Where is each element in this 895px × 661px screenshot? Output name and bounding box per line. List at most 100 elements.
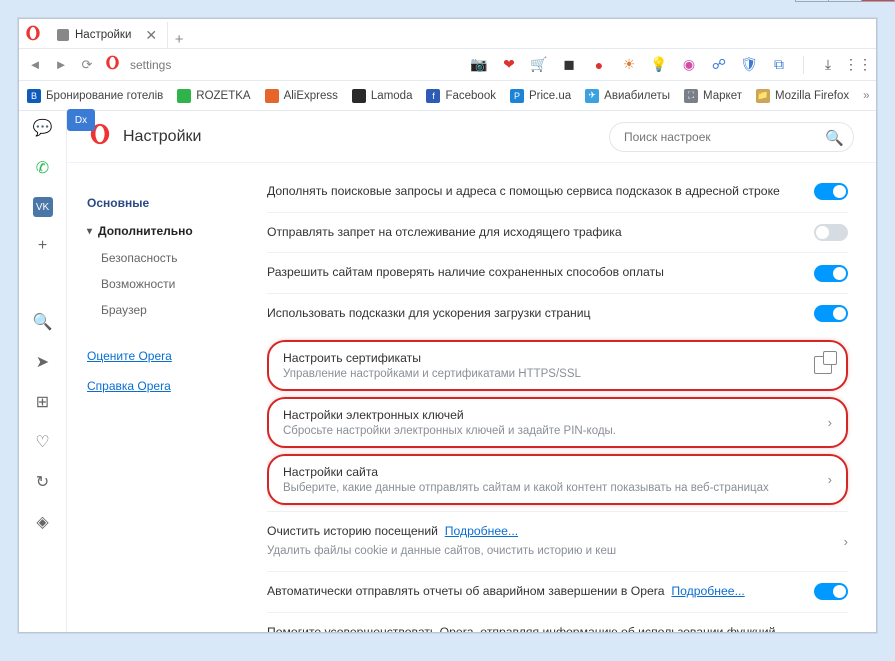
bookmark-aliexpress[interactable]: AliExpress (265, 89, 338, 103)
page-title: Настройки (123, 128, 201, 146)
bookmark-lamoda[interactable]: Lamoda (352, 89, 413, 103)
translate-badge[interactable]: Dx (67, 111, 95, 131)
setting-do-not-track: Отправлять запрет на отслеживание для ис… (267, 212, 848, 253)
anime-icon[interactable]: ◉ (679, 55, 699, 75)
setting-usage-stats: Помогите усовершенствовать Opera, отправ… (267, 612, 848, 632)
sidenav-rate-opera[interactable]: Оцените Opera (79, 343, 263, 369)
add-messenger-button[interactable]: + (32, 235, 54, 257)
reload-button[interactable]: ⟳ (79, 57, 95, 73)
gear-icon (57, 29, 69, 41)
sidenav-basic[interactable]: Основные (79, 189, 263, 217)
opera-logo-icon (25, 25, 41, 41)
pinterest-icon[interactable]: ● (589, 55, 609, 75)
favicon-icon: P (510, 89, 524, 103)
favicon-icon (177, 89, 191, 103)
bookmarks-overflow[interactable]: » (863, 90, 869, 102)
settings-body: Основные Дополнительно Безопасность Возм… (67, 163, 876, 632)
link-more[interactable]: Подробнее... (671, 584, 744, 598)
bookmark-mozilla[interactable]: 📁Mozilla Firefox (756, 89, 849, 103)
bookmark-priceua[interactable]: PPrice.ua (510, 89, 571, 103)
toggle-on[interactable] (814, 583, 848, 600)
external-link-icon (814, 356, 832, 374)
sun-icon[interactable]: ☀ (619, 55, 639, 75)
whatsapp-icon[interactable]: ✆ (32, 157, 54, 179)
chevron-right-icon: › (828, 415, 832, 430)
address-bar: ◄ ► ⟳ settings 📷 ❤ 🛒 ◼ ● ☀ 💡 ◉ ☍ 🛡 ⧉ ⤓ ⋮… (19, 49, 876, 81)
chevron-right-icon: › (828, 472, 832, 487)
sidebar-rail: 💬 ✆ VK + 🔍 ➤ ⊞ ♡ ↻ ◈ (19, 111, 67, 632)
setting-crash-reports: Автоматически отправлять отчеты об авари… (267, 571, 848, 612)
opera-menu-button[interactable] (19, 18, 47, 48)
bulb-icon[interactable]: 💡 (649, 55, 669, 75)
bookmark-booking[interactable]: BБронирование готелів (27, 89, 163, 103)
tab-strip: Настройки ✕ + (19, 19, 876, 49)
close-window-button[interactable]: ✕ (861, 0, 895, 2)
chevron-right-icon: › (844, 534, 848, 549)
address-text[interactable]: settings (130, 58, 171, 72)
separator (803, 56, 804, 74)
back-button[interactable]: ◄ (27, 57, 43, 73)
link-more[interactable]: Подробнее... (445, 524, 518, 538)
setting-preload-pages: Использовать подсказки для ускорения заг… (267, 293, 848, 334)
folder-icon: 📁 (756, 89, 770, 103)
minimize-button[interactable]: — (795, 0, 829, 2)
sidenav-features[interactable]: Возможности (79, 271, 263, 297)
favicon-icon: ⛶ (684, 89, 698, 103)
bookmark-rozetka[interactable]: ROZETKA (177, 89, 250, 103)
toggle-off[interactable] (814, 224, 848, 241)
setting-security-keys[interactable]: Настройки электронных ключей Сбросьте на… (267, 397, 848, 448)
settings-list: Дополнять поисковые запросы и адреса с п… (267, 163, 876, 632)
sidenav-advanced[interactable]: Дополнительно (79, 217, 263, 245)
search-input[interactable] (609, 122, 854, 152)
bookmark-facebook[interactable]: fFacebook (426, 89, 496, 103)
history-icon[interactable]: ↻ (32, 471, 54, 493)
camera-icon[interactable]: 📷 (469, 55, 489, 75)
sidenav-help-opera[interactable]: Справка Opera (79, 373, 263, 399)
easy-setup-icon[interactable]: ⋮⋮ (848, 55, 868, 75)
setting-certificates[interactable]: Настроить сертификаты Управление настрой… (267, 340, 848, 391)
sidenav-security[interactable]: Безопасность (79, 245, 263, 271)
browser-icon[interactable]: ⧉ (769, 55, 789, 75)
connect-icon[interactable]: ☍ (709, 55, 729, 75)
settings-header: Настройки 🔍 (67, 111, 876, 163)
cart-icon[interactable]: 🛒 (529, 55, 549, 75)
favicon-icon (352, 89, 366, 103)
setting-clear-history[interactable]: Очистить историю посещений Подробнее... … (267, 511, 848, 571)
toggle-on[interactable] (814, 265, 848, 282)
browser-window: Настройки ✕ + ◄ ► ⟳ settings 📷 ❤ 🛒 ◼ ● ☀… (18, 18, 877, 633)
speed-dial-icon[interactable]: ⊞ (32, 391, 54, 413)
messenger-icon[interactable]: 💬 (32, 117, 54, 139)
setting-payment-check: Разрешить сайтам проверять наличие сохра… (267, 252, 848, 293)
sidenav-browser[interactable]: Браузер (79, 297, 263, 323)
desktop-background: — ☐ ✕ Настройки ✕ + ◄ ► ⟳ settings 📷 ❤ (0, 0, 895, 661)
window-controls: — ☐ ✕ (796, 0, 895, 2)
bookmarks-heart-icon[interactable]: ♡ (32, 431, 54, 453)
body: 💬 ✆ VK + 🔍 ➤ ⊞ ♡ ↻ ◈ Dx Настройки (19, 111, 876, 632)
shield-icon[interactable]: 🛡 (739, 55, 759, 75)
favicon-icon (265, 89, 279, 103)
search-icon[interactable]: 🔍 (32, 311, 54, 333)
toggle-on[interactable] (814, 305, 848, 322)
send-icon[interactable]: ➤ (32, 351, 54, 373)
new-tab-button[interactable]: + (168, 31, 190, 48)
vk-icon[interactable]: VK (33, 197, 53, 217)
heart-icon[interactable]: ❤ (499, 55, 519, 75)
favicon-icon: f (426, 89, 440, 103)
toggle-on[interactable] (814, 183, 848, 200)
tab-settings[interactable]: Настройки ✕ (47, 22, 168, 48)
maximize-button[interactable]: ☐ (828, 0, 862, 2)
download-icon[interactable]: ⤓ (818, 55, 838, 75)
search-icon: 🔍 (825, 129, 844, 147)
close-tab-button[interactable]: ✕ (145, 27, 157, 44)
setting-site-settings[interactable]: Настройки сайта Выберите, какие данные о… (267, 454, 848, 505)
forward-button[interactable]: ► (53, 57, 69, 73)
badge-g-icon[interactable]: ◼ (559, 55, 579, 75)
bookmarks-bar: BБронирование готелів ROZETKA AliExpress… (19, 81, 876, 111)
bookmark-market[interactable]: ⛶Маркет (684, 89, 742, 103)
extensions-icon[interactable]: ◈ (32, 511, 54, 533)
bookmark-aviabilety[interactable]: ✈Авиабилеты (585, 89, 670, 103)
settings-page: Настройки 🔍 Основные Дополнительно Безоп… (67, 111, 876, 632)
opera-logo-icon (105, 55, 120, 75)
setting-search-suggestions: Дополнять поисковые запросы и адреса с п… (267, 179, 848, 212)
settings-sidenav: Основные Дополнительно Безопасность Возм… (67, 163, 267, 632)
